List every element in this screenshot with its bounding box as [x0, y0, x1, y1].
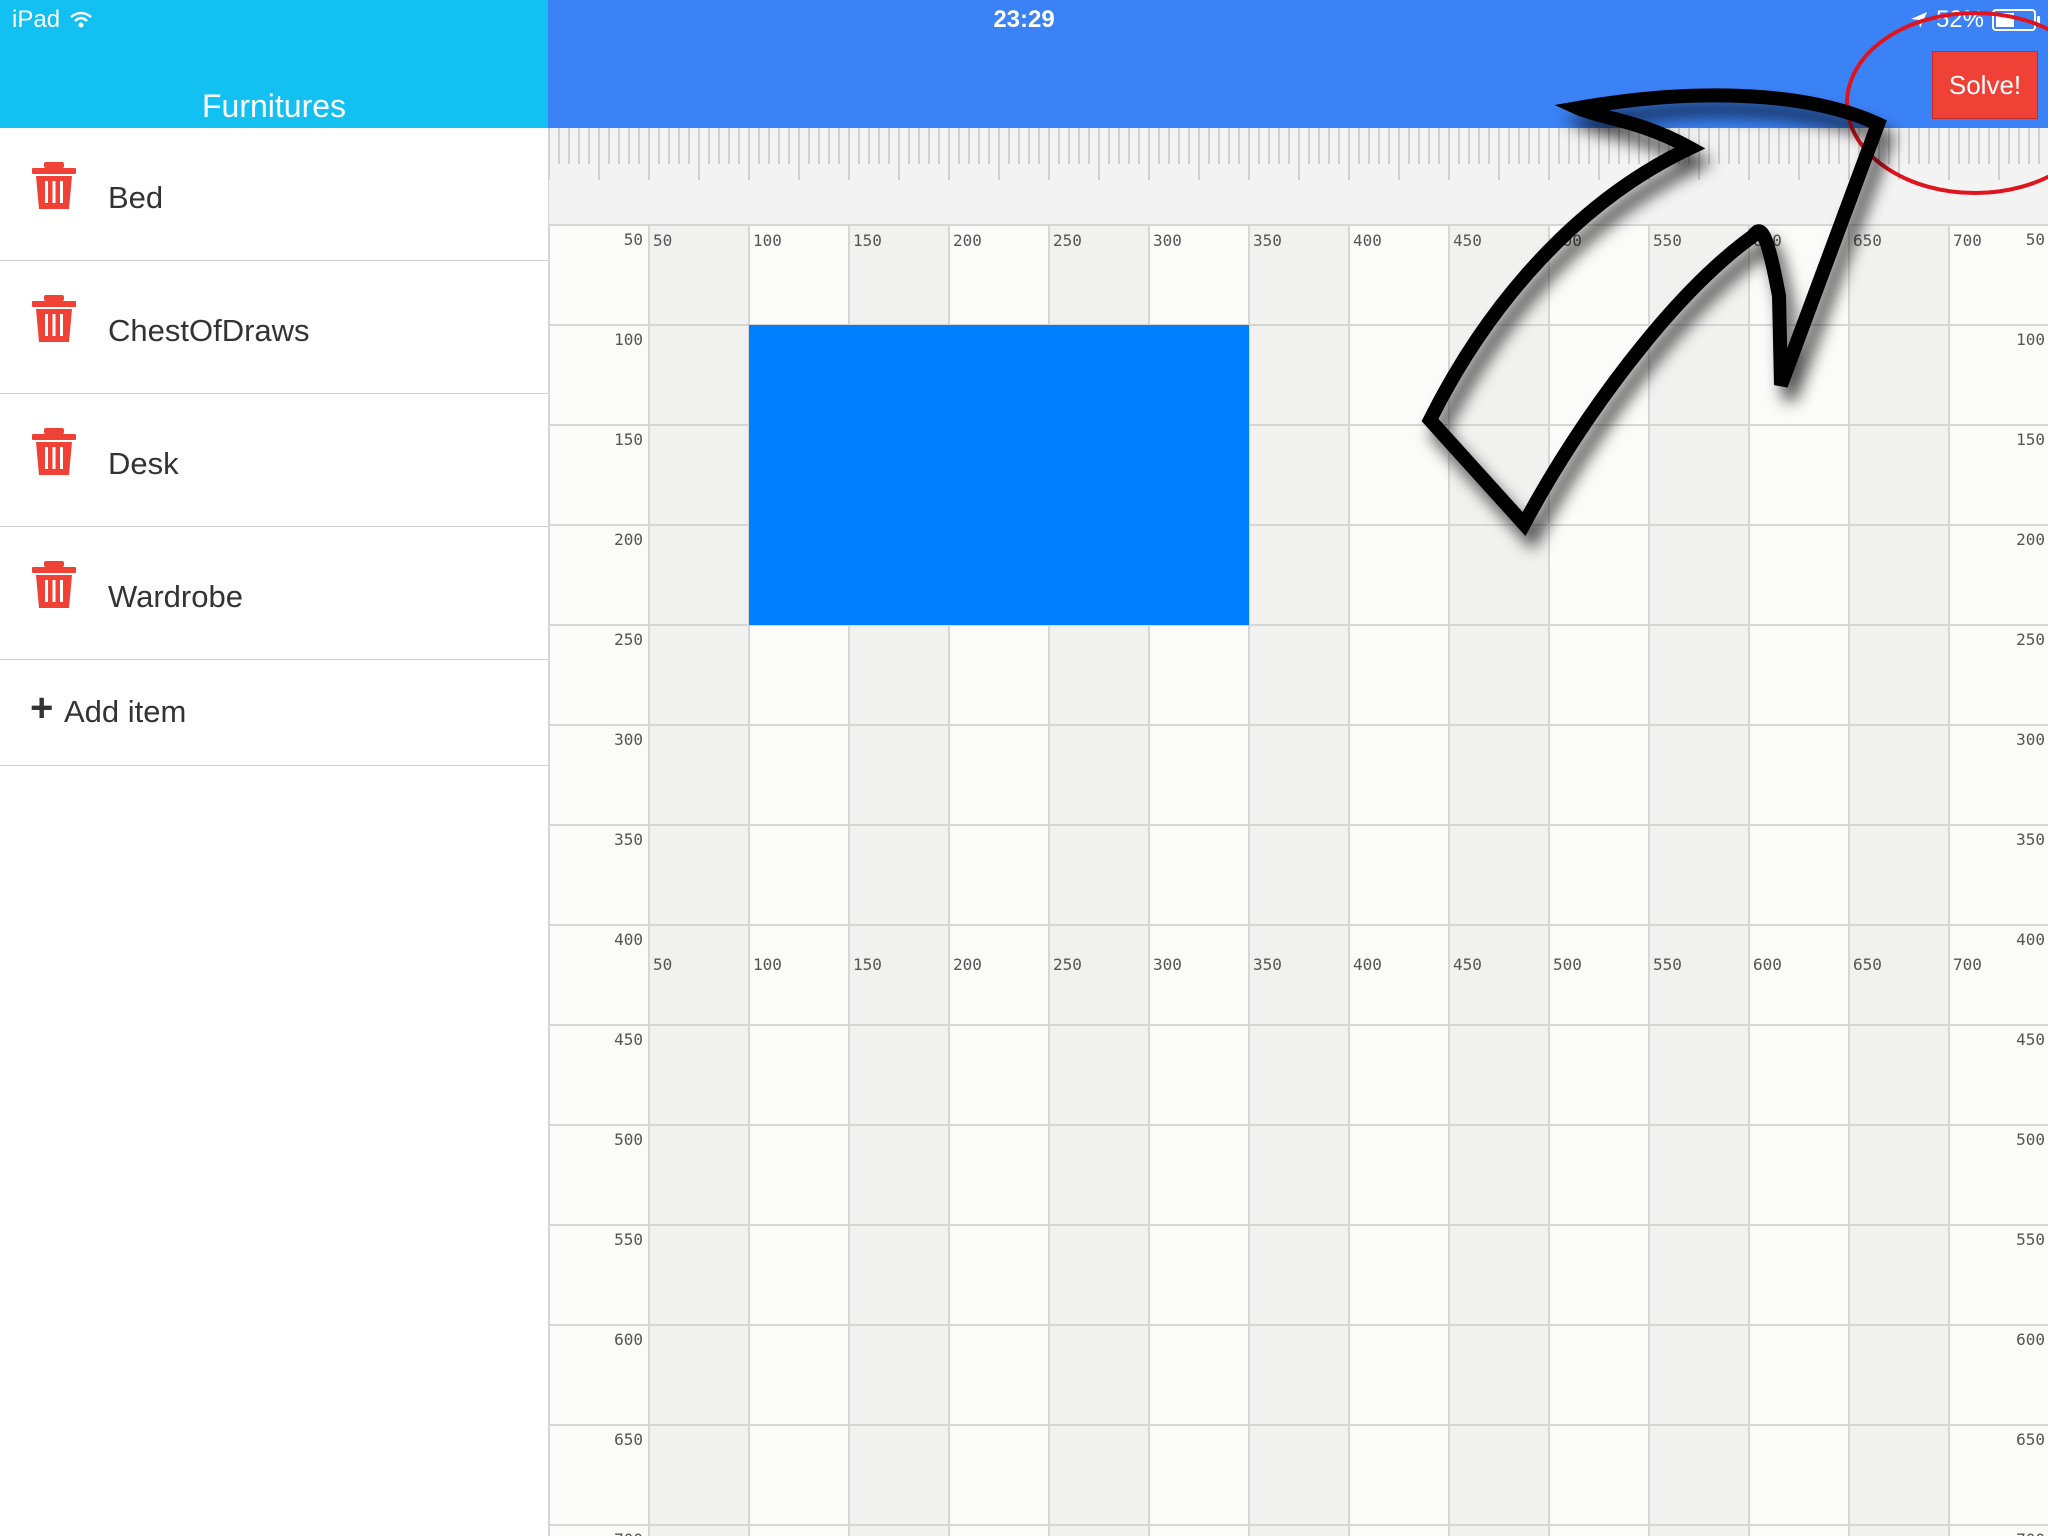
x-tick-label: 150: [853, 231, 882, 250]
battery-icon: [1992, 9, 2040, 31]
y-tick-label: 350: [614, 830, 643, 849]
main-header: 23:29 52%: [548, 0, 2048, 128]
furniture-list: Bed ChestOfDraws Desk Wardrobe + Add ite…: [0, 128, 549, 1536]
status-right: 52%: [1910, 6, 2040, 34]
trash-icon[interactable]: [32, 162, 76, 210]
x-tick-label: 300: [1153, 231, 1182, 250]
list-item[interactable]: Wardrobe: [0, 527, 548, 660]
y-tick-label: 450: [614, 1030, 643, 1049]
item-label: ChestOfDraws: [108, 313, 310, 348]
x-tick-label: 50: [653, 231, 672, 250]
x-tick-label: 200: [953, 955, 982, 974]
x-tick-label: 500: [1553, 955, 1582, 974]
y-tick-label: 650: [2016, 1430, 2045, 1449]
y-tick-label: 500: [614, 1130, 643, 1149]
status-time: 23:29: [993, 6, 1054, 34]
y-tick-label: 600: [2016, 1330, 2045, 1349]
x-tick-label: 500: [1553, 231, 1582, 250]
add-item-button[interactable]: + Add item: [0, 660, 548, 766]
y-tick-label: 300: [614, 730, 643, 749]
y-tick-label: 600: [614, 1330, 643, 1349]
device-name: iPad: [12, 6, 61, 33]
wifi-icon: [70, 11, 92, 28]
list-item[interactable]: ChestOfDraws: [0, 261, 548, 394]
x-tick-label: 250: [1053, 955, 1082, 974]
y-tick-label: 700: [2016, 1530, 2045, 1536]
sidebar-header: iPad Furnitures: [0, 0, 548, 128]
item-label: Wardrobe: [108, 579, 243, 614]
x-tick-label: 400: [1353, 955, 1382, 974]
y-tick-label: 250: [614, 630, 643, 649]
item-label: Desk: [108, 446, 179, 481]
x-tick-label: 450: [1453, 231, 1482, 250]
x-tick-label: 700: [1953, 231, 1982, 250]
add-item-label: Add item: [64, 694, 187, 729]
x-tick-label: 450: [1453, 955, 1482, 974]
y-tick-label: 150: [2016, 430, 2045, 449]
y-tick-label: 400: [2016, 930, 2045, 949]
x-tick-label: 250: [1053, 231, 1082, 250]
x-tick-label: 650: [1853, 955, 1882, 974]
y-tick-label: 50: [624, 230, 643, 249]
y-tick-label: 250: [2016, 630, 2045, 649]
x-tick-label: 600: [1753, 955, 1782, 974]
y-tick-label: 50: [2026, 230, 2045, 249]
battery-percent: 52%: [1935, 6, 1984, 33]
clock-text: 23:29: [993, 6, 1055, 33]
y-tick-label: 500: [2016, 1130, 2045, 1149]
y-tick-label: 550: [2016, 1230, 2045, 1249]
x-tick-label: 650: [1853, 231, 1882, 250]
location-arrow-icon: [1910, 12, 1927, 28]
trash-icon[interactable]: [32, 428, 76, 476]
list-item[interactable]: Desk: [0, 394, 548, 527]
y-tick-label: 150: [614, 430, 643, 449]
sidebar-title: Furnitures: [201, 88, 347, 124]
x-tick-label: 700: [1953, 955, 1982, 974]
x-tick-label: 550: [1653, 955, 1682, 974]
y-tick-label: 550: [614, 1230, 643, 1249]
trash-icon[interactable]: [32, 561, 76, 609]
y-tick-label: 300: [2016, 730, 2045, 749]
x-tick-label: 100: [753, 955, 782, 974]
solve-button[interactable]: Solve!: [1932, 51, 2038, 119]
y-tick-label: 100: [2016, 330, 2045, 349]
x-tick-label: 550: [1653, 231, 1682, 250]
x-tick-label: 50: [653, 955, 672, 974]
x-tick-label: 350: [1253, 231, 1282, 250]
y-tick-label: 200: [2016, 530, 2045, 549]
item-label: Bed: [108, 180, 164, 215]
y-tick-label: 100: [614, 330, 643, 349]
x-tick-label: 300: [1153, 955, 1182, 974]
x-tick-label: 150: [853, 955, 882, 974]
status-left: iPad: [12, 6, 92, 34]
y-tick-label: 200: [614, 530, 643, 549]
room-canvas[interactable]: 50 50 100 100 150 150 200 200 250 250 300 300 350 350…: [549, 128, 2048, 1536]
y-tick-label: 450: [2016, 1030, 2045, 1049]
x-tick-label: 600: [1753, 231, 1782, 250]
y-tick-label: 650: [614, 1430, 643, 1449]
y-tick-label: 700: [614, 1530, 643, 1536]
placed-furniture[interactable]: [749, 325, 1249, 625]
list-item[interactable]: Bed: [0, 128, 548, 261]
x-tick-label: 100: [753, 231, 782, 250]
plus-icon: +: [30, 686, 54, 730]
x-tick-label: 200: [953, 231, 982, 250]
x-tick-label: 400: [1353, 231, 1382, 250]
y-tick-label: 400: [614, 930, 643, 949]
x-tick-label: 350: [1253, 955, 1282, 974]
trash-icon[interactable]: [32, 295, 76, 343]
y-tick-label: 350: [2016, 830, 2045, 849]
